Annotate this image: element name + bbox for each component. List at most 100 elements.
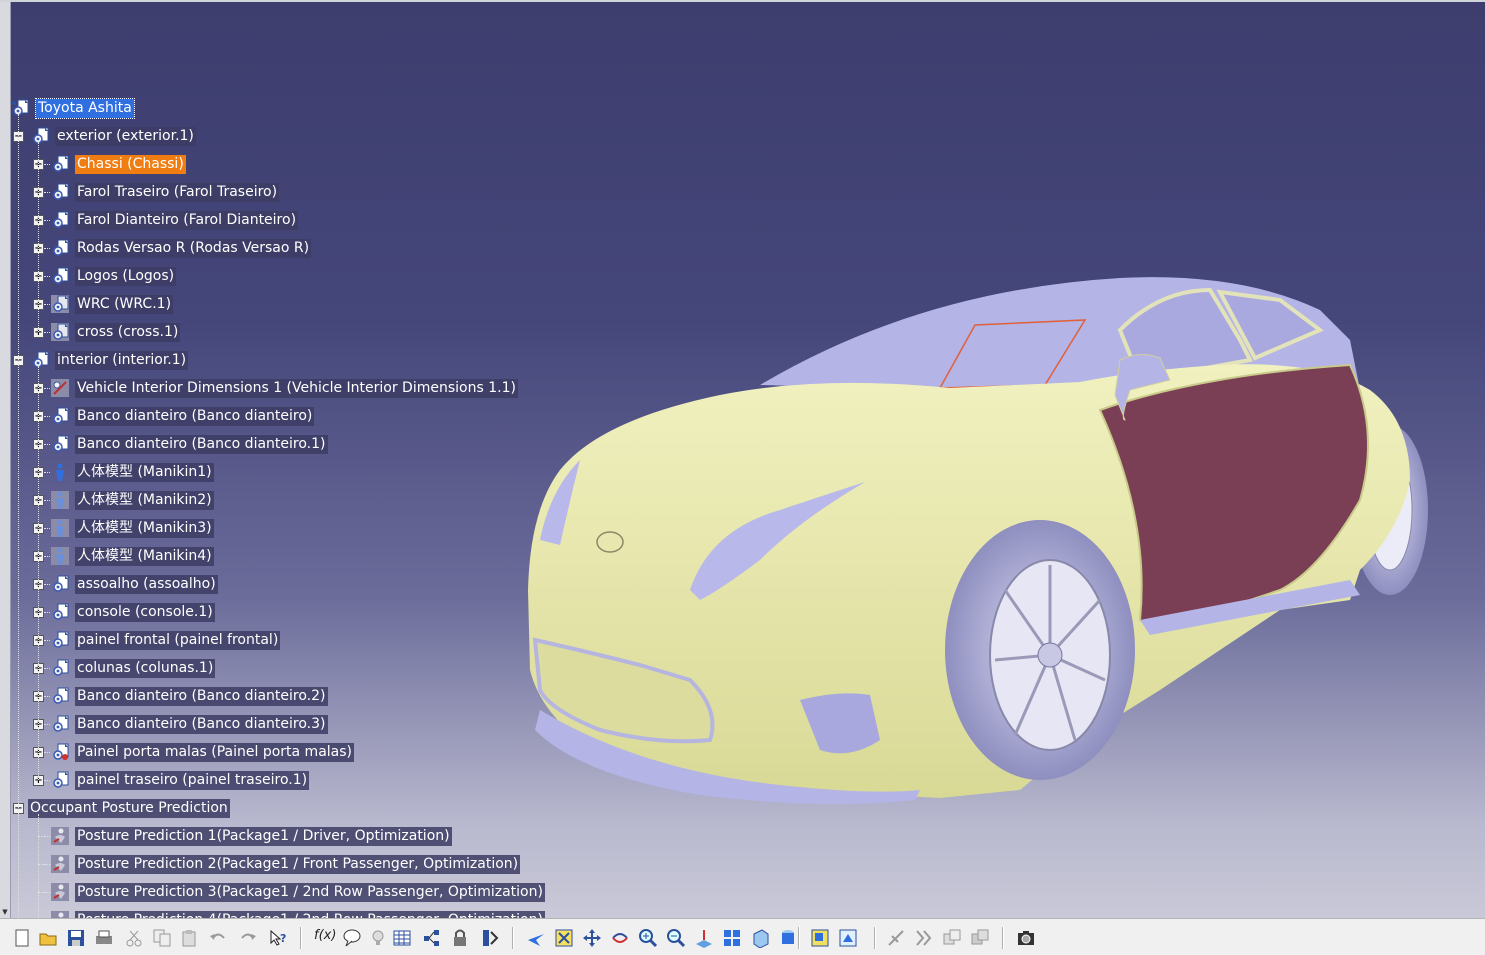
next-icon[interactable] (914, 928, 934, 948)
iso-view-icon[interactable] (750, 928, 770, 949)
tree-row-20[interactable]: + Banco dianteiro (Banco dianteiro.2) (10, 685, 570, 707)
tree-item-label[interactable]: Rodas Versao R (Rodas Versao R) (75, 239, 312, 258)
tree-item-label[interactable]: Posture Prediction 3(Package1 / 2nd Row … (75, 883, 545, 902)
tree-row-13[interactable]: + 人体模型 (Manikin2) (10, 489, 570, 511)
tree-row-12[interactable]: + 人体模型 (Manikin1) (10, 461, 570, 483)
tree-row-10[interactable]: + Banco dianteiro (Banco dianteiro) (10, 405, 570, 427)
tree-item-label[interactable]: WRC (WRC.1) (75, 295, 174, 314)
tree-item-label[interactable]: Banco dianteiro (Banco dianteiro.1) (75, 435, 328, 454)
tree-row-21[interactable]: + Banco dianteiro (Banco dianteiro.3) (10, 713, 570, 735)
formula-icon[interactable]: f(x) (314, 928, 336, 943)
zoom-in-icon[interactable] (638, 928, 658, 948)
tree-item-label[interactable]: Posture Prediction 1(Package1 / Driver, … (75, 827, 452, 846)
tree-row-5[interactable]: + Logos (Logos) (10, 265, 570, 287)
cut-icon[interactable] (124, 928, 144, 948)
light-icon[interactable] (368, 928, 388, 948)
tree-item-label[interactable]: cross (cross.1) (75, 323, 181, 342)
open-icon[interactable] (38, 928, 58, 948)
tree-item-label[interactable]: Banco dianteiro (Banco dianteiro.3) (75, 715, 328, 734)
undo-icon[interactable] (208, 928, 228, 948)
manikin-hidden-icon (51, 519, 69, 537)
help-icon[interactable]: ? (268, 928, 288, 948)
tree-item-label[interactable]: Logos (Logos) (75, 267, 177, 286)
car-3d-model[interactable] (520, 270, 1470, 810)
tree-item-label[interactable]: Farol Traseiro (Farol Traseiro) (75, 183, 280, 202)
tree-row-17[interactable]: + console (console.1) (10, 601, 570, 623)
tree-row-2[interactable]: + Farol Traseiro (Farol Traseiro) (10, 181, 570, 203)
tree-item-label[interactable]: 人体模型 (Manikin4) (75, 547, 214, 566)
tree-row-14[interactable]: + 人体模型 (Manikin3) (10, 517, 570, 539)
tree-row-3[interactable]: + Farol Dianteiro (Farol Dianteiro) (10, 209, 570, 231)
tree-icon[interactable] (422, 928, 442, 948)
tree-item-label[interactable]: Farol Dianteiro (Farol Dianteiro) (75, 211, 299, 230)
specification-tree[interactable]: Toyota Ashita − exterior (exterior.1) + Chas… (10, 94, 570, 918)
tree-item-label[interactable]: 人体模型 (Manikin3) (75, 519, 214, 538)
3d-viewport[interactable]: ▼ Toyota Ashita − exterior (exterior.1) + Ch… (0, 0, 1485, 918)
tree-row-15[interactable]: + 人体模型 (Manikin4) (10, 545, 570, 567)
shading-icon[interactable] (778, 928, 798, 948)
tree-item-label[interactable]: interior (interior.1) (55, 351, 189, 370)
tree-row-11[interactable]: + Banco dianteiro (Banco dianteiro.1) (10, 433, 570, 455)
tree-item-label[interactable]: Painel porta malas (Painel porta malas) (75, 743, 355, 762)
tree-row-24[interactable]: − Occupant Posture Prediction (10, 797, 570, 819)
tree-item-label[interactable]: 人体模型 (Manikin1) (75, 463, 214, 482)
tree-row-28[interactable]: Posture Prediction 4(Package1 / 2nd Row … (10, 909, 570, 918)
table-icon[interactable] (392, 928, 412, 948)
fit-all-icon[interactable] (554, 928, 574, 948)
new-icon[interactable] (12, 928, 32, 948)
tree-item-label[interactable]: Toyota Ashita (35, 98, 135, 119)
paste-icon[interactable] (180, 928, 200, 948)
tree-row-6[interactable]: + WRC (WRC.1) (10, 293, 570, 315)
tree-item-label[interactable]: Banco dianteiro (Banco dianteiro.2) (75, 687, 328, 706)
swap-space-icon[interactable] (838, 928, 858, 948)
capture-icon[interactable] (1016, 928, 1036, 948)
tree-row-26[interactable]: Posture Prediction 2(Package1 / Front Pa… (10, 853, 570, 875)
pan-icon[interactable] (582, 928, 602, 948)
normal-view-icon[interactable] (694, 928, 714, 948)
tree-item-label[interactable]: assoalho (assoalho) (75, 575, 218, 594)
tree-row-9[interactable]: + Vehicle Interior Dimensions 1 (Vehicle … (10, 377, 570, 399)
tree-connector (38, 836, 50, 837)
tree-item-label[interactable]: colunas (colunas.1) (75, 659, 216, 678)
copy-icon[interactable] (152, 928, 172, 948)
tree-row-23[interactable]: + painel traseiro (painel traseiro.1) (10, 769, 570, 791)
save-icon[interactable] (66, 928, 86, 948)
hide-show-icon[interactable] (810, 928, 830, 948)
tree-row-root[interactable]: Toyota Ashita (10, 97, 570, 119)
tree-row-22[interactable]: + Painel porta malas (Painel porta malas) (10, 741, 570, 763)
tree-item-label[interactable]: Posture Prediction 2(Package1 / Front Pa… (75, 855, 521, 874)
tree-item-label[interactable]: Banco dianteiro (Banco dianteiro) (75, 407, 315, 426)
lock-icon[interactable] (450, 928, 470, 948)
fly-icon[interactable] (526, 928, 546, 948)
tree-row-0[interactable]: − exterior (exterior.1) (10, 125, 570, 147)
tree-row-7[interactable]: + cross (cross.1) (10, 321, 570, 343)
select-icon[interactable] (942, 928, 962, 948)
tree-item-label[interactable]: Posture Prediction 4(Package1 / 2nd Row … (75, 911, 545, 918)
select-all-icon[interactable] (970, 928, 990, 948)
tree-item-label[interactable]: Vehicle Interior Dimensions 1 (Vehicle I… (75, 379, 518, 398)
tree-item-label[interactable]: Chassi (Chassi) (75, 155, 186, 174)
catalog-icon[interactable] (480, 928, 500, 948)
tree-row-16[interactable]: + assoalho (assoalho) (10, 573, 570, 595)
tree-item-label[interactable]: painel frontal (painel frontal) (75, 631, 281, 650)
tree-item-label[interactable]: exterior (exterior.1) (55, 127, 196, 146)
link-icon[interactable] (886, 928, 906, 948)
tree-row-8[interactable]: − interior (interior.1) (10, 349, 570, 371)
multi-view-icon[interactable] (722, 928, 742, 948)
redo-icon[interactable] (238, 928, 258, 948)
tree-row-18[interactable]: + painel frontal (painel frontal) (10, 629, 570, 651)
tree-item-label[interactable]: console (console.1) (75, 603, 215, 622)
tree-row-27[interactable]: Posture Prediction 3(Package1 / 2nd Row … (10, 881, 570, 903)
tree-row-4[interactable]: + Rodas Versao R (Rodas Versao R) (10, 237, 570, 259)
tree-item-label[interactable]: Occupant Posture Prediction (28, 799, 230, 818)
tree-row-19[interactable]: + colunas (colunas.1) (10, 657, 570, 679)
comment-icon[interactable] (342, 928, 362, 948)
rotate-icon[interactable] (610, 928, 630, 948)
tree-row-25[interactable]: Posture Prediction 1(Package1 / Driver, … (10, 825, 570, 847)
tree-row-1[interactable]: + Chassi (Chassi) (10, 153, 570, 175)
tree-item-label[interactable]: 人体模型 (Manikin2) (75, 491, 214, 510)
tree-item-label[interactable]: painel traseiro (painel traseiro.1) (75, 771, 310, 790)
zoom-out-icon[interactable] (666, 928, 686, 948)
scroll-down-arrow[interactable]: ▼ (1, 908, 9, 916)
print-icon[interactable] (94, 928, 114, 948)
